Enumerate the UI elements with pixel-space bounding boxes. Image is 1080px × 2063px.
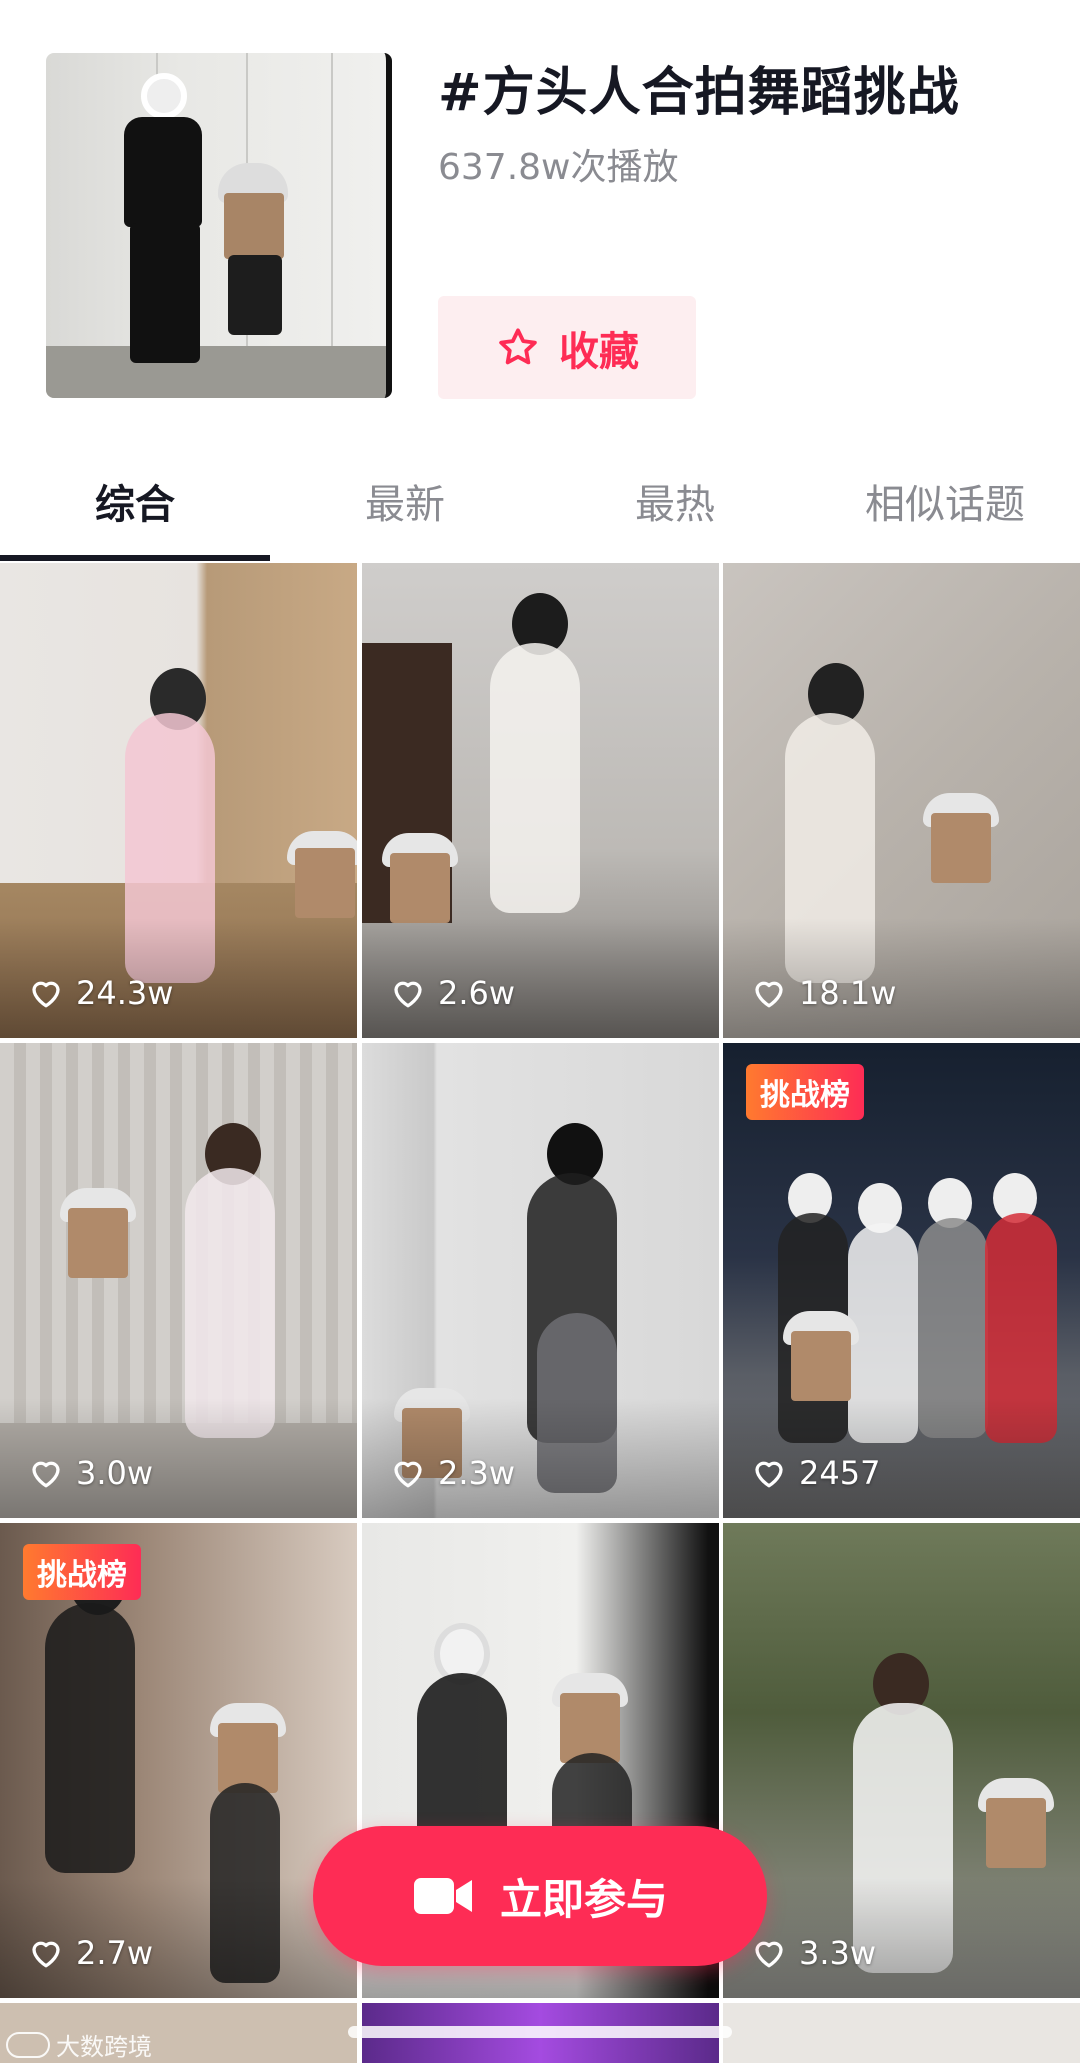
watermark-logo-icon: [6, 2031, 50, 2058]
like-count-text: 2457: [799, 1454, 881, 1492]
heart-outline-icon: [394, 1461, 422, 1488]
video-card[interactable]: [723, 2003, 1080, 2063]
topic-title: #方头人合拍舞蹈挑战: [438, 63, 960, 123]
star-outline-icon: [499, 327, 537, 364]
home-indicator[interactable]: [348, 2026, 732, 2038]
like-count-text: 24.3w: [76, 974, 174, 1012]
like-count: 2.7w: [28, 1934, 153, 1972]
heart-outline-icon: [32, 1941, 60, 1968]
tab-similar-topics[interactable]: 相似话题: [810, 440, 1080, 562]
tab-latest[interactable]: 最新: [270, 440, 540, 562]
challenge-rank-badge: 挑战榜: [23, 1544, 141, 1600]
tab-comprehensive[interactable]: 综合: [0, 440, 270, 562]
tab-hottest[interactable]: 最热: [540, 440, 810, 562]
video-card[interactable]: 挑战榜 2.7w: [0, 1523, 357, 1998]
like-count: 18.1w: [751, 974, 896, 1012]
like-count-text: 2.7w: [76, 1934, 154, 1972]
video-card[interactable]: 3.0w: [0, 1043, 357, 1518]
like-count: 2457: [751, 1454, 880, 1492]
play-count: 637.8w次播放: [438, 147, 679, 188]
tab-bar: 综合 最新 最热 相似话题: [0, 440, 1080, 562]
heart-outline-icon: [32, 1461, 60, 1488]
favorite-label: 收藏: [559, 328, 639, 375]
watermark-text: 大数跨境: [56, 2033, 152, 2061]
heart-outline-icon: [755, 1941, 783, 1968]
heart-outline-icon: [394, 981, 422, 1008]
favorite-button[interactable]: 收藏: [438, 296, 696, 399]
like-count: 3.0w: [28, 1454, 153, 1492]
like-count: 24.3w: [28, 974, 173, 1012]
join-button-label: 立即参与: [499, 1874, 668, 1924]
video-card[interactable]: 3.3w: [723, 1523, 1080, 1998]
like-count: 2.3w: [390, 1454, 515, 1492]
video-card[interactable]: 18.1w: [723, 563, 1080, 1038]
video-card[interactable]: 2.3w: [362, 1043, 719, 1518]
like-count: 2.6w: [390, 974, 515, 1012]
like-count: 3.3w: [751, 1934, 876, 1972]
like-count-text: 2.3w: [438, 1454, 516, 1492]
topic-cover-image[interactable]: [46, 53, 392, 398]
active-tab-indicator: [0, 555, 270, 561]
like-count-text: 3.0w: [76, 1454, 154, 1492]
heart-outline-icon: [32, 981, 60, 1008]
join-challenge-button[interactable]: 立即参与: [313, 1826, 767, 1966]
like-count-text: 2.6w: [438, 974, 516, 1012]
heart-outline-icon: [755, 981, 783, 1008]
video-card[interactable]: 挑战榜 2457: [723, 1043, 1080, 1518]
watermark: 大数跨境: [6, 2027, 152, 2062]
like-count-text: 18.1w: [799, 974, 897, 1012]
heart-outline-icon: [755, 1461, 783, 1488]
like-count-text: 3.3w: [799, 1934, 877, 1972]
video-card[interactable]: 2.6w: [362, 563, 719, 1038]
video-camera-icon: [413, 1878, 472, 1914]
topic-header: #方头人合拍舞蹈挑战 637.8w次播放 收藏: [0, 0, 1080, 420]
video-card[interactable]: 24.3w: [0, 563, 357, 1038]
challenge-rank-badge: 挑战榜: [746, 1064, 864, 1120]
